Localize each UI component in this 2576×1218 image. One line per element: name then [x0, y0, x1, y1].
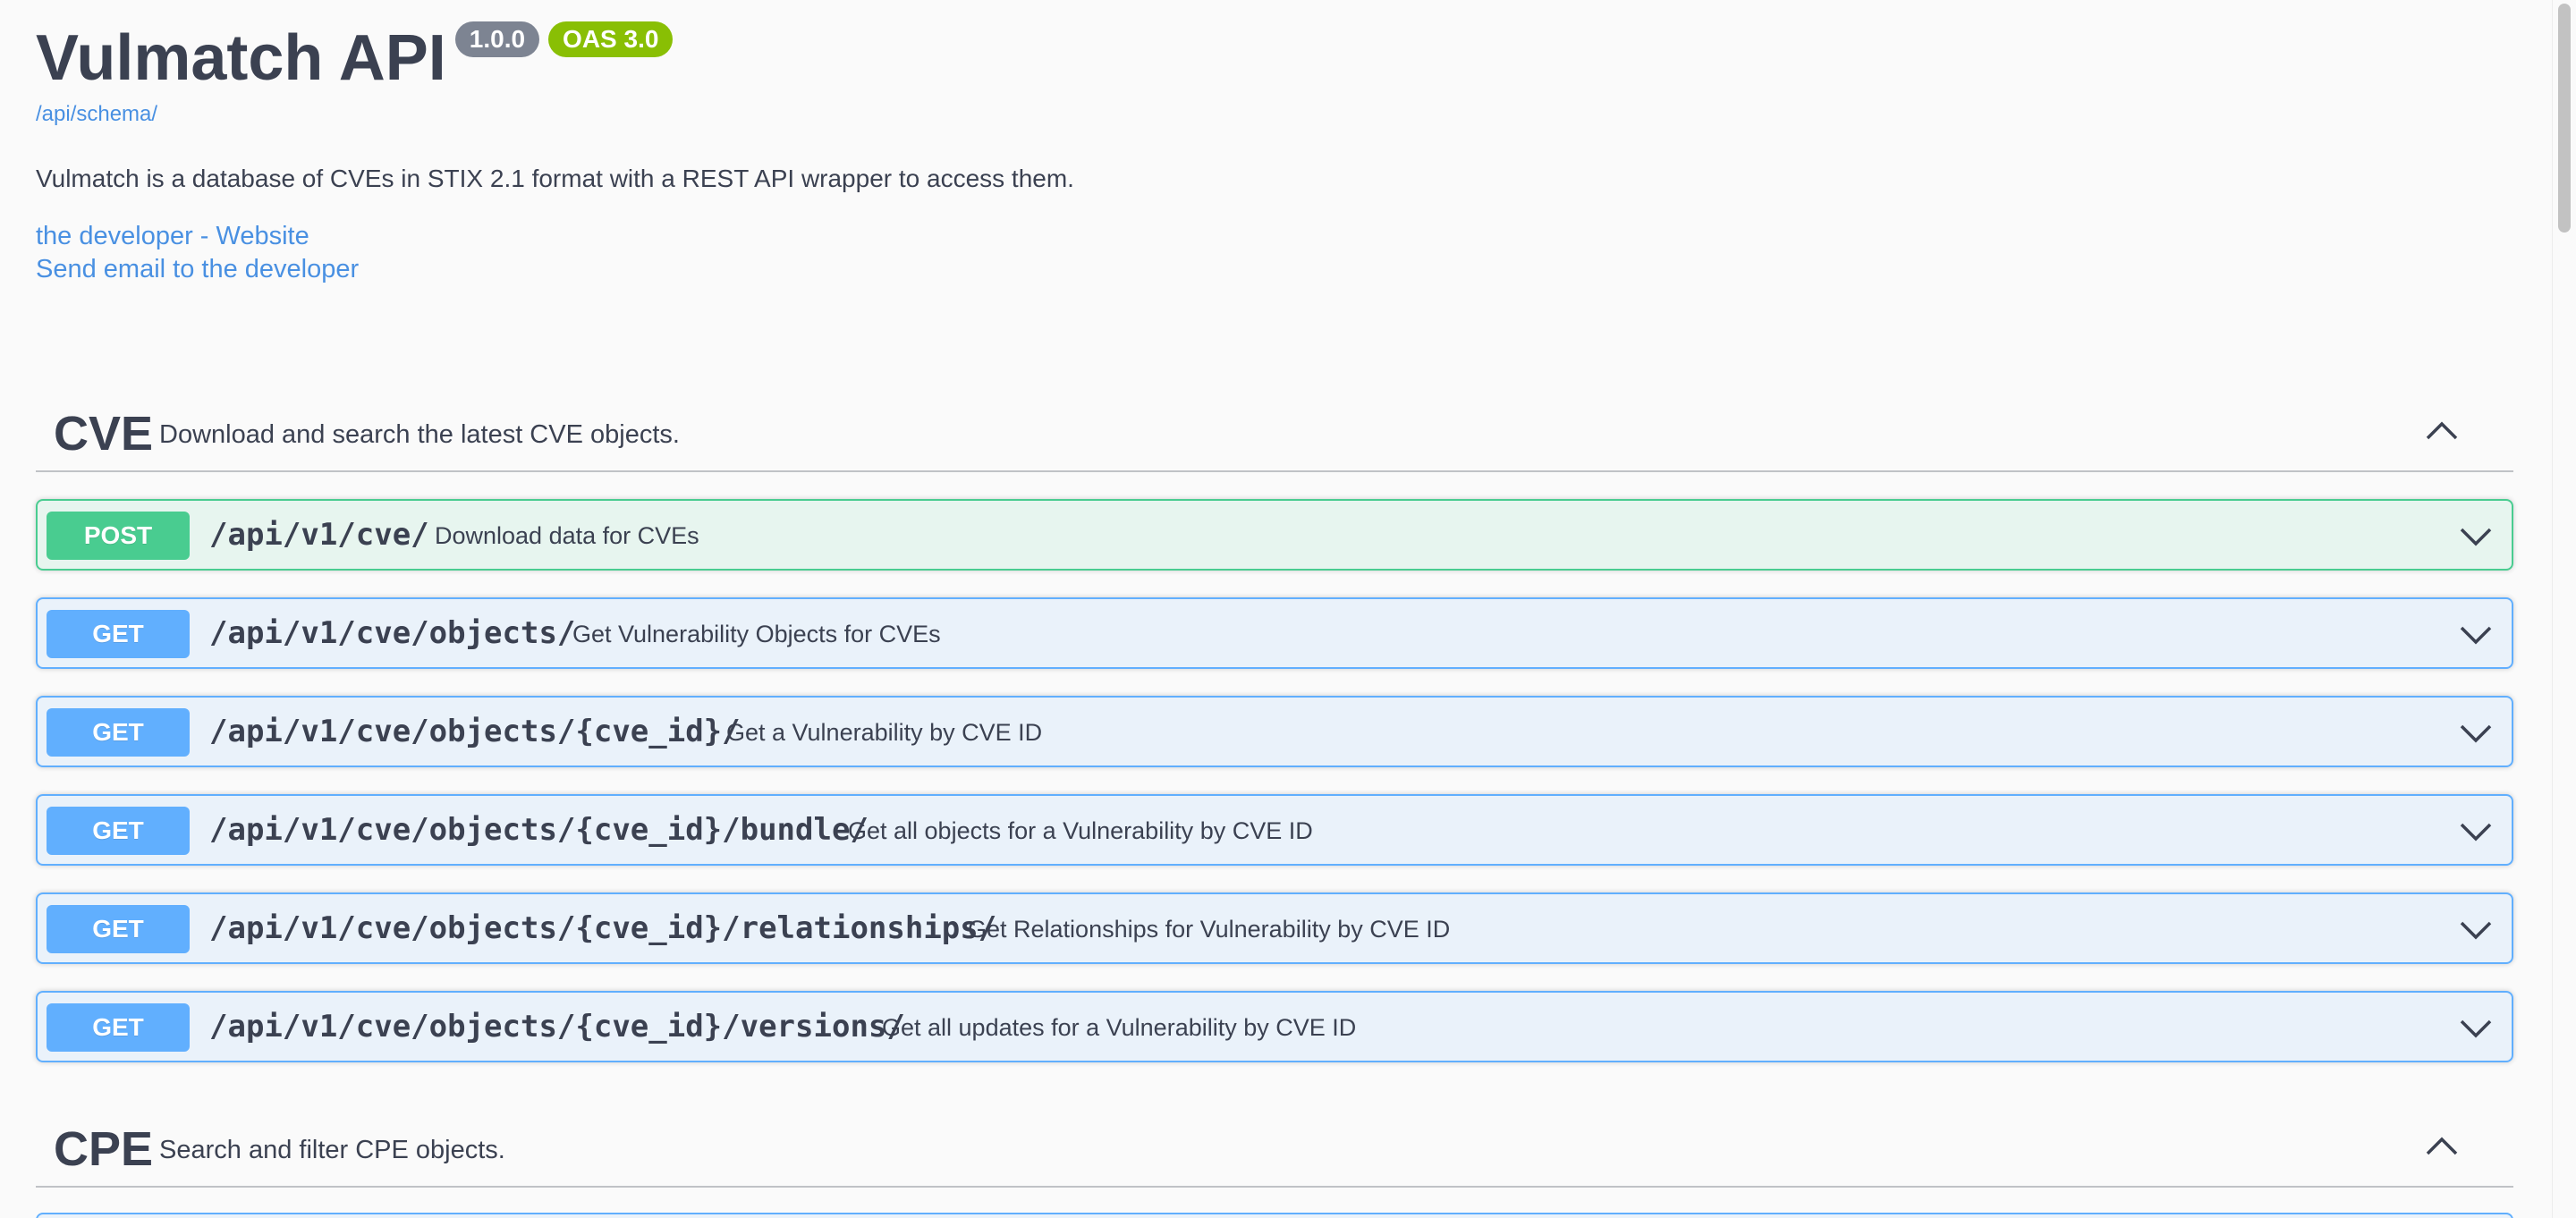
operation-path: /api/v1/cve/objects/	[209, 615, 576, 651]
method-badge: POST	[47, 512, 190, 560]
schema-link[interactable]: /api/schema/	[36, 102, 157, 127]
operation-summary: Get a Vulnerability by CVE ID	[726, 719, 1043, 746]
api-title: Vulmatch API	[36, 22, 446, 94]
tag-header-cve[interactable]: CVE Download and search the latest CVE o…	[36, 392, 2513, 472]
method-badge: GET	[47, 905, 190, 953]
chevron-up-icon[interactable]	[2424, 413, 2460, 449]
chevron-up-icon[interactable]	[2424, 1129, 2460, 1164]
operation-summary: Get Vulnerability Objects for CVEs	[572, 621, 941, 647]
version-badge: 1.0.0	[454, 21, 540, 57]
developer-email-link[interactable]: Send email to the developer	[36, 255, 359, 284]
method-badge: GET	[47, 610, 190, 658]
chevron-down-icon[interactable]	[2458, 912, 2494, 948]
chevron-down-icon[interactable]	[2458, 715, 2494, 751]
chevron-down-icon[interactable]	[2458, 617, 2494, 653]
opblock-get-cve-bundle[interactable]: GET /api/v1/cve/objects/{cve_id}/bundle/…	[36, 794, 2513, 866]
swagger-page: Vulmatch API 1.0.0 OAS 3.0 /api/schema/ …	[0, 0, 2576, 1218]
developer-website-link[interactable]: the developer - Website	[36, 222, 309, 251]
tag-name: CPE	[54, 1122, 154, 1176]
opblock-post-cve[interactable]: POST /api/v1/cve/ Download data for CVEs	[36, 499, 2513, 571]
operation-path: /api/v1/cve/objects/{cve_id}/bundle/	[209, 812, 869, 848]
operation-path: /api/v1/cve/objects/{cve_id}/	[209, 714, 741, 749]
opblock-get-cve-objects[interactable]: GET /api/v1/cve/objects/ Get Vulnerabili…	[36, 597, 2513, 669]
operation-summary: Get all updates for a Vulnerability by C…	[882, 1014, 1357, 1041]
opblock-partial[interactable]	[36, 1213, 2513, 1218]
tag-header-cpe[interactable]: CPE Search and filter CPE objects.	[36, 1107, 2513, 1188]
title-row: Vulmatch API 1.0.0 OAS 3.0	[36, 18, 674, 98]
method-badge: GET	[47, 1003, 190, 1052]
operation-path: /api/v1/cve/objects/{cve_id}/relationshi…	[209, 910, 997, 946]
method-badge: GET	[47, 708, 190, 757]
chevron-down-icon[interactable]	[2458, 519, 2494, 554]
operation-summary: Get all objects for a Vulnerability by C…	[848, 817, 1313, 844]
tag-description: Search and filter CPE objects.	[159, 1136, 505, 1164]
tag-description: Download and search the latest CVE objec…	[159, 420, 680, 449]
opblock-get-cve-by-id[interactable]: GET /api/v1/cve/objects/{cve_id}/ Get a …	[36, 696, 2513, 767]
api-description: Vulmatch is a database of CVEs in STIX 2…	[36, 165, 1074, 192]
tag-name: CVE	[54, 407, 154, 461]
operation-summary: Get Relationships for Vulnerability by C…	[968, 916, 1451, 943]
operation-path: /api/v1/cve/objects/{cve_id}/versions/	[209, 1009, 905, 1045]
chevron-down-icon[interactable]	[2458, 1011, 2494, 1046]
opblock-get-cve-versions[interactable]: GET /api/v1/cve/objects/{cve_id}/version…	[36, 991, 2513, 1062]
operation-path: /api/v1/cve/	[209, 517, 429, 553]
oas-badge: OAS 3.0	[548, 21, 674, 57]
operation-summary: Download data for CVEs	[435, 522, 699, 549]
method-badge: GET	[47, 807, 190, 855]
chevron-down-icon[interactable]	[2458, 814, 2494, 850]
opblock-get-cve-relationships[interactable]: GET /api/v1/cve/objects/{cve_id}/relatio…	[36, 892, 2513, 964]
scrollbar-thumb[interactable]	[2558, 4, 2571, 233]
vertical-scrollbar[interactable]	[2552, 0, 2576, 1218]
